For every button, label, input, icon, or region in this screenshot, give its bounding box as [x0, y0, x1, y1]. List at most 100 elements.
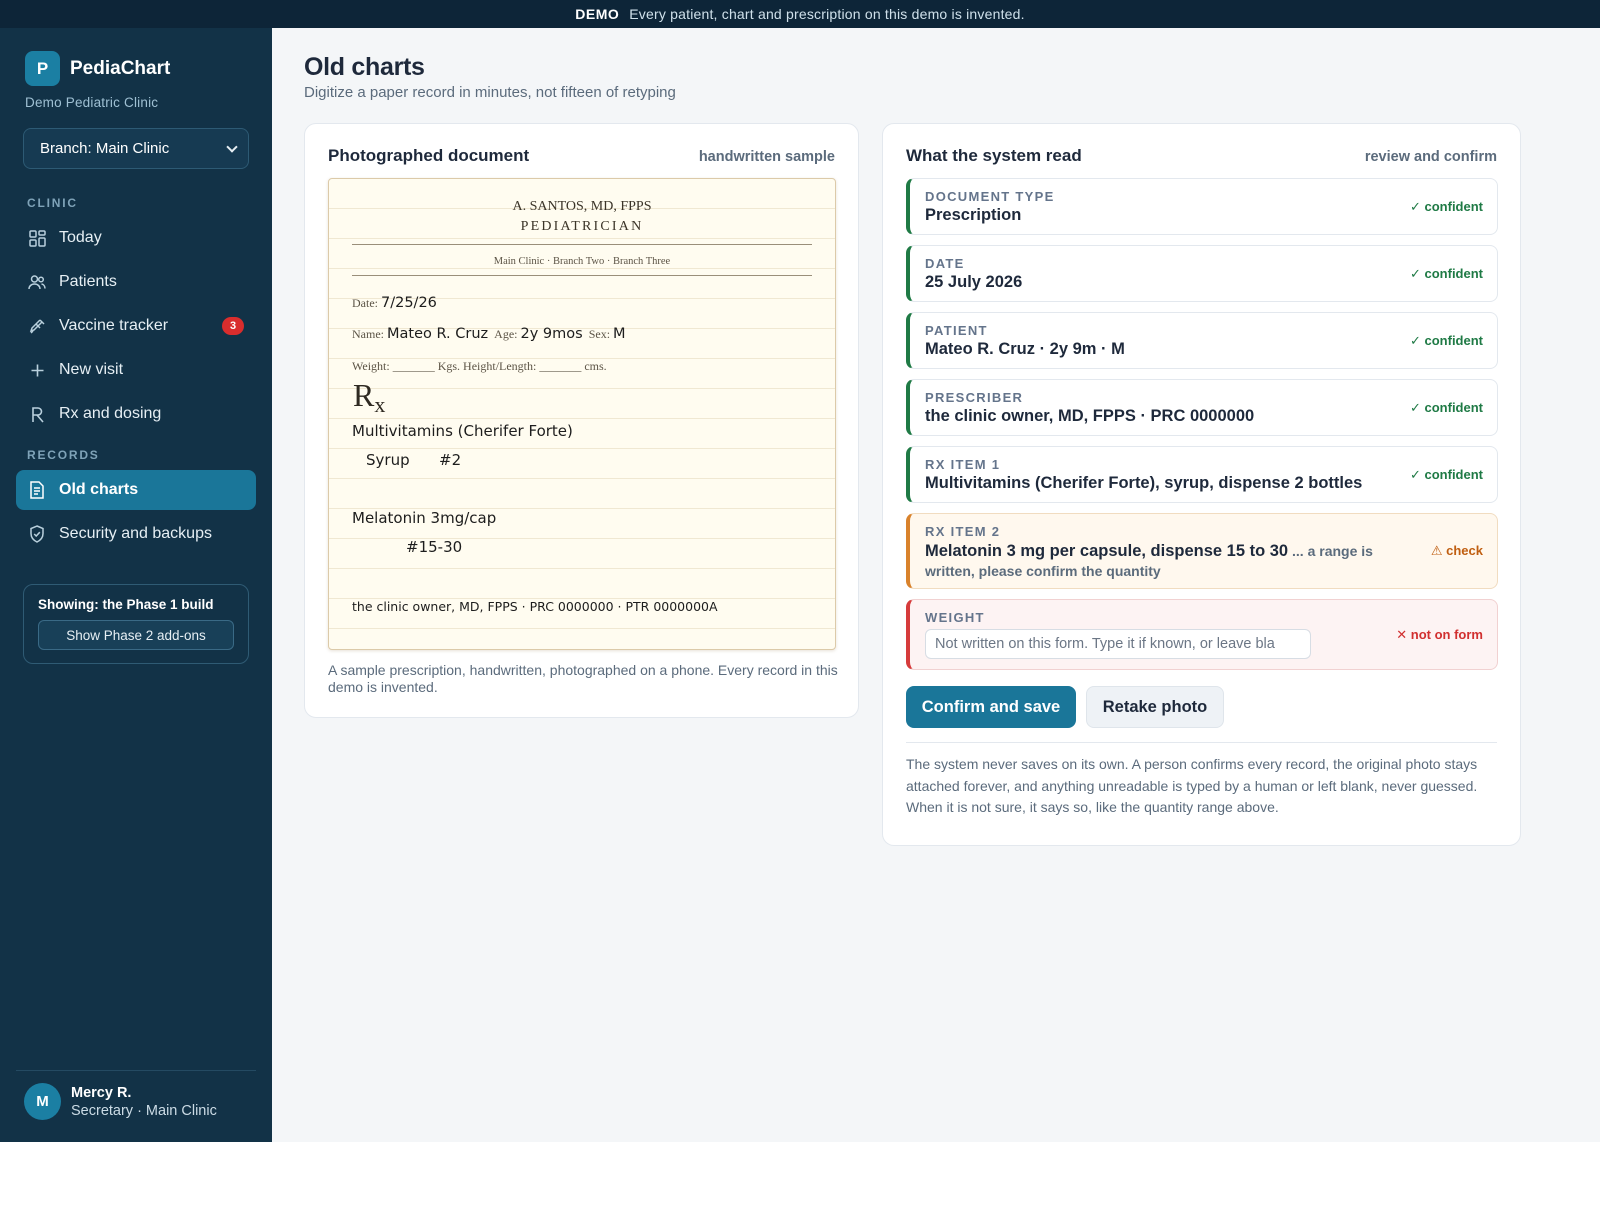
branch-select-value: Branch: Main Clinic	[40, 140, 170, 157]
rx-symbol: Rx	[353, 377, 386, 417]
plus-icon	[28, 361, 46, 379]
card-tag: handwritten sample	[698, 149, 835, 165]
review-footnote: The system never saves on its own. A per…	[906, 756, 1478, 815]
system-read-card: What the system read review and confirm …	[882, 123, 1521, 846]
doctor-name: A. SANTOS, MD, FPPS	[512, 199, 652, 214]
prescriber-signature: the clinic owner, MD, FPPS · PRC 0000000…	[352, 599, 718, 614]
clinic-name: Demo Pediatric Clinic	[25, 95, 159, 110]
sidebar-item-label: Today	[59, 229, 102, 246]
user-profile[interactable]: M Mercy R. Secretary · Main Clinic	[16, 1070, 256, 1120]
field-value: Mateo R. Cruz · 2y 9m · M	[925, 340, 1125, 358]
retake-photo-button[interactable]: Retake photo	[1086, 686, 1224, 728]
section-label-clinic: CLINIC	[27, 196, 78, 210]
date-line: Date: 7/25/26	[352, 295, 437, 311]
field-value: 25 July 2026	[925, 273, 1023, 291]
field-label: DATE	[925, 256, 965, 271]
date-value: 7/25/26	[381, 295, 437, 311]
sidebar-item-rx-and-dosing[interactable]: Rx and dosing	[16, 394, 256, 434]
field-value-wrap: Melatonin 3 mg per capsule, dispense 15 …	[925, 541, 1395, 581]
age-label: Age:	[494, 327, 518, 341]
field-label: RX ITEM 2	[925, 524, 1001, 539]
confident-status: ✓ confident	[1410, 466, 1483, 482]
age-value: 2y 9mos	[520, 326, 583, 342]
sidebar-item-security-and-backups[interactable]: Security and backups	[16, 514, 256, 554]
demo-banner: DEMO Every patient, chart and prescripti…	[0, 0, 1600, 28]
field-value: Multivitamins (Cherifer Forte), syrup, d…	[925, 474, 1363, 492]
main-content: Old charts Digitize a paper record in mi…	[272, 28, 1600, 1142]
card-title: What the system read	[906, 146, 1082, 165]
brand[interactable]: P PediaChart	[25, 51, 170, 86]
field-label: PRESCRIBER	[925, 390, 1024, 405]
header-rule	[352, 275, 812, 276]
sidebar-item-label: Vaccine tracker	[59, 317, 169, 334]
shield-icon	[28, 525, 46, 543]
sex-label: Sex:	[588, 327, 611, 341]
clinic-branches: Main Clinic · Branch Two · Branch Three	[493, 256, 671, 267]
demo-banner-text: Every patient, chart and prescription on…	[629, 6, 1025, 22]
field-prescriber[interactable]: PRESCRIBER the clinic owner, MD, FPPS · …	[906, 379, 1498, 436]
sidebar-item-label: Security and backups	[59, 525, 212, 542]
sidebar-item-old-charts[interactable]: Old charts	[16, 470, 256, 510]
rx-item-1: Multivitamins (Cherifer Forte)	[352, 422, 573, 440]
sidebar-item-new-visit[interactable]: New visit	[16, 350, 256, 390]
confirm-and-save-button[interactable]: Confirm and save	[906, 686, 1076, 728]
field-label: RX ITEM 1	[925, 457, 1001, 472]
sidebar-item-label: Old charts	[59, 481, 139, 498]
branch-select[interactable]: Branch: Main Clinic	[23, 128, 249, 169]
section-label-records: RECORDS	[27, 448, 100, 462]
field-document-type[interactable]: DOCUMENT TYPE Prescription ✓ confident	[906, 178, 1498, 235]
rx-icon	[28, 405, 46, 423]
card-title: Photographed document	[328, 146, 530, 165]
app-frame: P PediaChart Demo Pediatric Clinic Branc…	[0, 28, 1600, 1142]
field-label: PATIENT	[925, 323, 988, 338]
brand-name: PediaChart	[70, 57, 171, 79]
field-label: DOCUMENT TYPE	[925, 189, 1055, 204]
show-phase-2-button[interactable]: Show Phase 2 add-ons	[38, 620, 234, 650]
sidebar-item-today[interactable]: Today	[16, 218, 256, 258]
syringe-icon	[28, 317, 46, 335]
check-status: ⚠ check	[1430, 543, 1483, 558]
confident-status: ✓ confident	[1410, 332, 1483, 348]
rx-item-2-qty: #15-30	[406, 538, 463, 556]
confident-status: ✓ confident	[1410, 399, 1483, 415]
sidebar-item-label: Patients	[59, 273, 117, 290]
weight-line: Weight: _______ Kgs. Height/Length: ____…	[352, 359, 607, 373]
field-label: WEIGHT	[925, 610, 985, 625]
rx-item-1-qty: #2	[439, 451, 462, 469]
patient-line: Name: Mateo R. Cruz Age: 2y 9mos Sex: M	[352, 326, 626, 342]
sex-value: M	[613, 326, 626, 342]
field-value: Melatonin 3 mg per capsule, dispense 15 …	[925, 542, 1289, 560]
card-tag: review and confirm	[1364, 149, 1497, 165]
field-weight: WEIGHT ✕ not on form	[906, 599, 1498, 670]
grid-icon	[28, 229, 46, 247]
sidebar-item-vaccine-tracker[interactable]: Vaccine tracker 3	[16, 306, 256, 346]
field-patient[interactable]: PATIENT Mateo R. Cruz · 2y 9m · M ✓ conf…	[906, 312, 1498, 369]
name-label: Name:	[352, 327, 384, 341]
not-on-form-status: ✕ not on form	[1396, 626, 1483, 642]
field-date[interactable]: DATE 25 July 2026 ✓ confident	[906, 245, 1498, 302]
divider	[906, 742, 1497, 743]
rx-item-2: Melatonin 3mg/cap	[352, 509, 497, 527]
field-rx-item-2[interactable]: RX ITEM 2 Melatonin 3 mg per capsule, di…	[906, 513, 1498, 589]
avatar: M	[24, 1083, 61, 1120]
photographed-document-card: Photographed document handwritten sample…	[304, 123, 859, 718]
people-icon	[28, 273, 46, 291]
page-title: Old charts	[304, 53, 425, 81]
field-value: the clinic owner, MD, FPPS · PRC 0000000	[925, 407, 1255, 425]
document-caption: A sample prescription, handwritten, phot…	[328, 662, 838, 695]
confident-status: ✓ confident	[1410, 265, 1483, 281]
chevron-down-icon	[226, 140, 238, 153]
phase-title: Showing: the Phase 1 build	[38, 597, 214, 612]
sidebar-item-label: Rx and dosing	[59, 405, 162, 422]
field-value: Prescription	[925, 206, 1022, 224]
user-name: Mercy R.	[71, 1084, 132, 1101]
header-rule	[352, 244, 812, 245]
document-icon	[28, 481, 46, 499]
doctor-specialty: PEDIATRICIAN	[520, 219, 644, 234]
name-value: Mateo R. Cruz	[387, 326, 489, 342]
field-rx-item-1[interactable]: RX ITEM 1 Multivitamins (Cherifer Forte)…	[906, 446, 1498, 503]
weight-input[interactable]	[925, 629, 1311, 659]
demo-tag: DEMO	[575, 6, 620, 22]
rx-item-1-form: Syrup	[366, 451, 410, 469]
sidebar-item-patients[interactable]: Patients	[16, 262, 256, 302]
